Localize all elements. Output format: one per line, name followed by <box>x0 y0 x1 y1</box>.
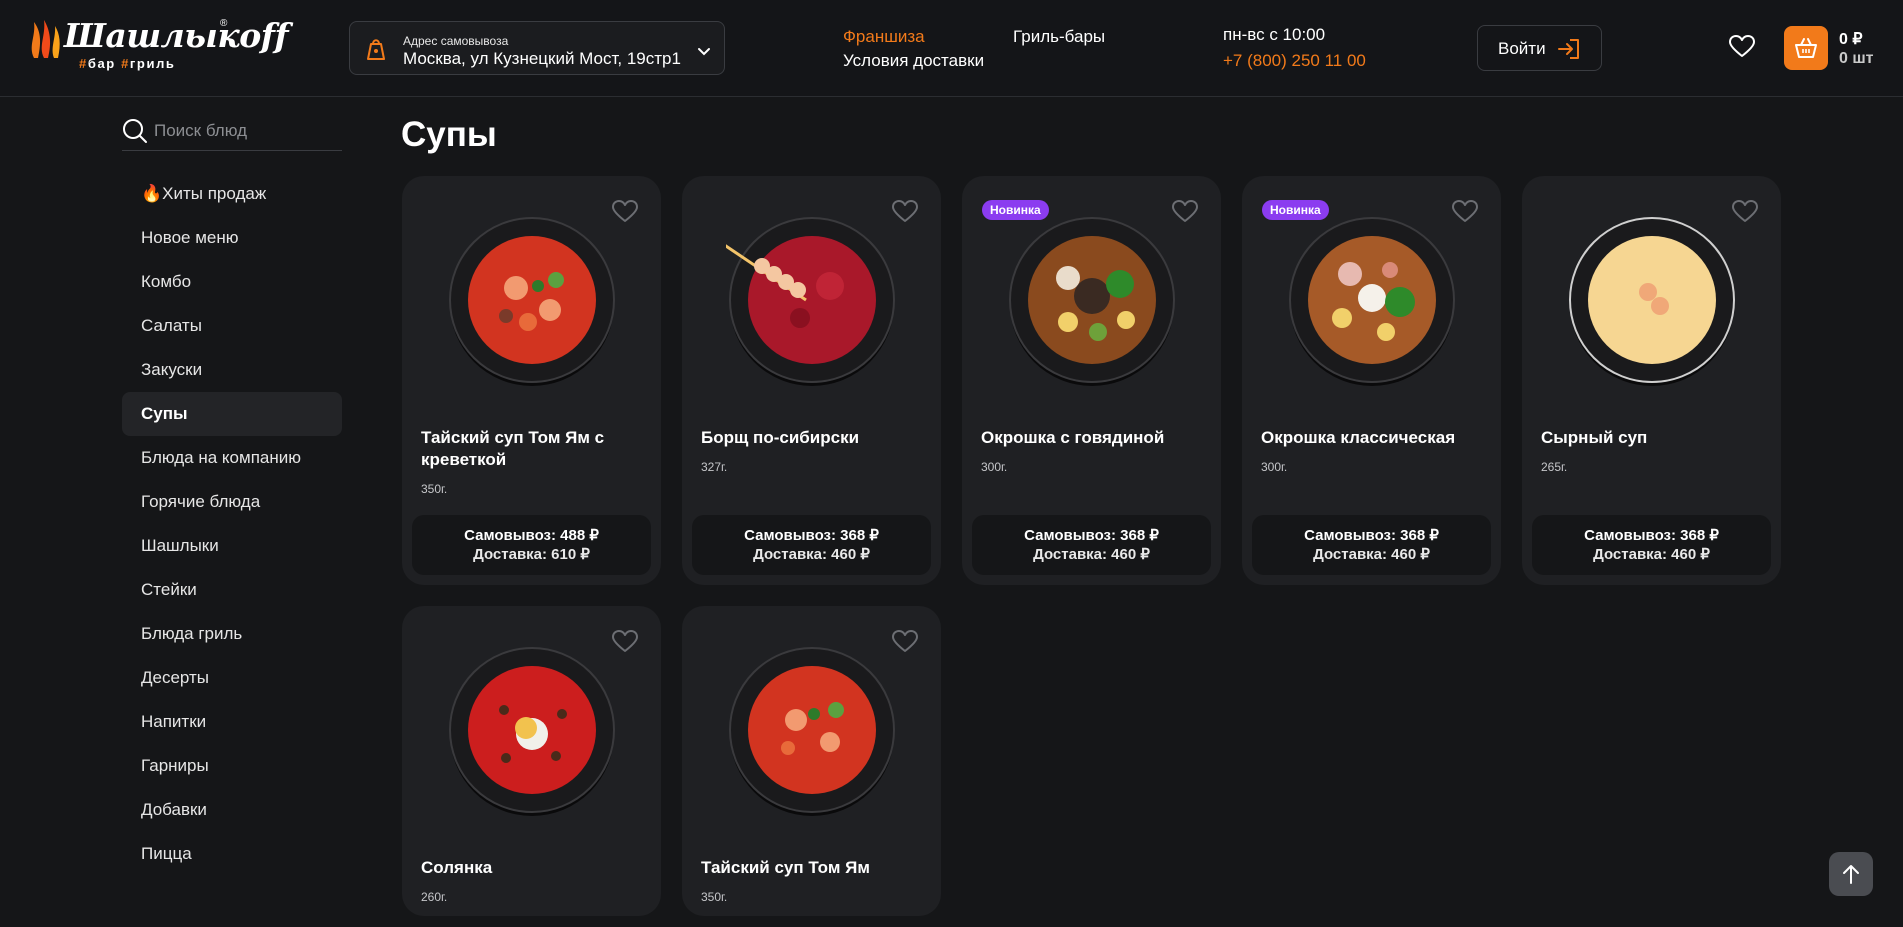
tom-yum-shrimp-bowl-image <box>449 217 615 386</box>
okroshka-classic-bowl-image <box>1289 217 1455 386</box>
solyanka-bowl-image <box>449 647 615 816</box>
product-card[interactable]: Солянка 260г. <box>402 606 661 916</box>
okroshka-beef-bowl-image <box>1009 217 1175 386</box>
pickup-price: Самовывоз: 368 ₽ <box>1024 527 1159 544</box>
price-block[interactable]: Самовывоз: 488 ₽ Доставка: 610 ₽ <box>412 515 651 575</box>
logo-tagline: #бар #гриль <box>79 56 176 71</box>
category-desserts[interactable]: Десерты <box>122 656 342 700</box>
cart-total: 0 ₽ <box>1839 31 1863 48</box>
heart-icon[interactable] <box>612 630 638 654</box>
product-name: Борщ по-сибирски <box>701 428 860 447</box>
favorites-heart-icon[interactable] <box>1729 35 1755 59</box>
phone-link[interactable]: +7 (800) 250 11 00 <box>1223 51 1366 71</box>
cart-count: 0 шт <box>1839 50 1874 67</box>
price-block[interactable]: Самовывоз: 368 ₽ Доставка: 460 ₽ <box>1532 515 1771 575</box>
category-combo[interactable]: Комбо <box>122 260 342 304</box>
dish-search <box>122 113 342 151</box>
heart-icon[interactable] <box>1172 200 1198 224</box>
price-block[interactable]: Самовывоз: 368 ₽ Доставка: 460 ₽ <box>1252 515 1491 575</box>
chevron-down-icon <box>698 48 710 56</box>
category-sharing[interactable]: Блюда на компанию <box>122 436 342 480</box>
product-name: Окрошка классическая <box>1261 428 1456 447</box>
product-weight: 300г. <box>981 460 1008 474</box>
heart-icon[interactable] <box>1452 200 1478 224</box>
product-name: Тайский суп Том Ям с креветкой <box>421 428 605 469</box>
product-card[interactable]: Новинка Окрошка с говядиной 300г. Самовы… <box>962 176 1221 585</box>
scroll-to-top-button[interactable] <box>1829 852 1873 896</box>
delivery-price: Доставка: 460 ₽ <box>1593 546 1710 563</box>
price-block[interactable]: Самовывоз: 368 ₽ Доставка: 460 ₽ <box>692 515 931 575</box>
product-card[interactable]: Борщ по-сибирски 327г. Самовывоз: 368 ₽ … <box>682 176 941 585</box>
product-card[interactable]: Тайский суп Том Ям 350г. <box>682 606 941 916</box>
product-weight: 350г. <box>701 890 728 904</box>
category-salads[interactable]: Салаты <box>122 304 342 348</box>
product-weight: 300г. <box>1261 460 1288 474</box>
tom-yum-bowl-image <box>729 647 895 816</box>
delivery-price: Доставка: 460 ₽ <box>1033 546 1150 563</box>
category-extras[interactable]: Добавки <box>122 788 342 832</box>
delivery-price: Доставка: 460 ₽ <box>753 546 870 563</box>
pickup-address-selector[interactable]: Адрес самовывоза Москва, ул Кузнецкий Мо… <box>349 21 725 75</box>
search-input[interactable] <box>154 118 339 144</box>
pickup-price: Самовывоз: 368 ₽ <box>1584 527 1719 544</box>
pickup-price: Самовывоз: 368 ₽ <box>744 527 879 544</box>
delivery-price: Доставка: 460 ₽ <box>1313 546 1430 563</box>
grill-bars-link[interactable]: Гриль-бары <box>1013 27 1105 47</box>
logo[interactable]: Шашлыкoff ® #бар #гриль <box>28 16 289 74</box>
heart-icon[interactable] <box>892 200 918 224</box>
cart-button[interactable] <box>1784 26 1828 70</box>
login-arrow-icon <box>1558 39 1579 59</box>
category-snacks[interactable]: Закуски <box>122 348 342 392</box>
product-name: Окрошка с говядиной <box>981 428 1165 447</box>
search-icon <box>123 119 147 143</box>
category-hits[interactable]: 🔥Хиты продаж <box>122 172 342 216</box>
category-shashlik[interactable]: Шашлыки <box>122 524 342 568</box>
product-card[interactable]: Новинка Окрошка классическая 300г. Самов… <box>1242 176 1501 585</box>
pickup-price: Самовывоз: 488 ₽ <box>464 527 599 544</box>
product-card[interactable]: Тайский суп Том Ям с креветкой 350г. Сам… <box>402 176 661 585</box>
login-label: Войти <box>1498 39 1546 58</box>
heart-icon[interactable] <box>1732 200 1758 224</box>
product-weight: 260г. <box>421 890 448 904</box>
logo-wordmark: Шашлыкoff <box>64 16 289 55</box>
cheese-soup-bowl-image <box>1569 217 1735 386</box>
franchise-link[interactable]: Франшиза <box>843 27 925 47</box>
address-label: Адрес самовывоза <box>403 34 509 48</box>
flame-logo-icon <box>31 20 60 58</box>
category-steaks[interactable]: Стейки <box>122 568 342 612</box>
category-drinks[interactable]: Напитки <box>122 700 342 744</box>
arrow-up-icon <box>1843 865 1859 884</box>
category-soups[interactable]: Супы <box>122 392 342 436</box>
delivery-price: Доставка: 610 ₽ <box>473 546 590 563</box>
product-weight: 265г. <box>1541 460 1568 474</box>
address-value: Москва, ул Кузнецкий Мост, 19стр1 <box>403 49 681 68</box>
heart-icon[interactable] <box>612 200 638 224</box>
price-block[interactable]: Самовывоз: 368 ₽ Доставка: 460 ₽ <box>972 515 1211 575</box>
pickup-price: Самовывоз: 368 ₽ <box>1304 527 1439 544</box>
page-title: Супы <box>401 115 497 154</box>
registered-mark: ® <box>220 18 228 29</box>
location-bag-icon <box>367 39 385 60</box>
product-name: Тайский суп Том Ям <box>701 858 870 877</box>
category-pizza[interactable]: Пицца <box>122 832 342 876</box>
category-menu: 🔥Хиты продаж Новое меню Комбо Салаты Зак… <box>122 172 342 876</box>
basket-icon <box>1795 38 1817 58</box>
product-card[interactable]: Сырный суп 265г. Самовывоз: 368 ₽ Достав… <box>1522 176 1781 585</box>
category-grill[interactable]: Блюда гриль <box>122 612 342 656</box>
working-hours: пн-вс с 10:00 <box>1223 25 1326 44</box>
delivery-terms-link[interactable]: Условия доставки <box>843 51 984 71</box>
category-hot-dishes[interactable]: Горячие блюда <box>122 480 342 524</box>
product-weight: 350г. <box>421 482 448 496</box>
category-sides[interactable]: Гарниры <box>122 744 342 788</box>
product-name: Солянка <box>421 858 493 877</box>
product-name: Сырный суп <box>1541 428 1648 447</box>
borscht-bowl-image <box>726 217 895 386</box>
product-weight: 327г. <box>701 460 728 474</box>
heart-icon[interactable] <box>892 630 918 654</box>
category-new-menu[interactable]: Новое меню <box>122 216 342 260</box>
login-button[interactable]: Войти <box>1477 25 1602 71</box>
site-header: Шашлыкoff ® #бар #гриль Адрес самовывоза… <box>0 0 1903 97</box>
